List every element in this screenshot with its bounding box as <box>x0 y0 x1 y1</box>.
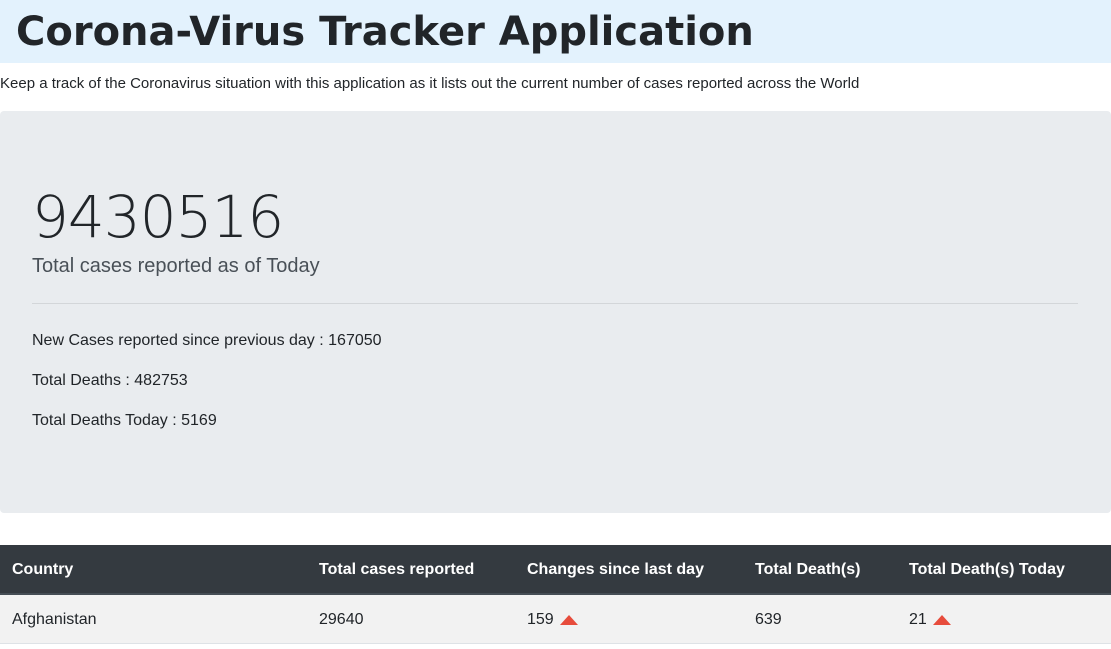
cell-change: 159 <box>527 595 578 644</box>
cell-deaths-today-value: 21 <box>909 611 927 628</box>
column-header-changes: Changes since last day <box>527 561 704 578</box>
page-title: Corona-Virus Tracker Application <box>16 9 754 55</box>
total-cases-caption: Total cases reported as of Today <box>32 255 320 277</box>
column-header-total-deaths: Total Death(s) <box>755 561 861 578</box>
page-header: Corona-Virus Tracker Application <box>0 0 1111 63</box>
intro-text: Keep a track of the Coronavirus situatio… <box>0 75 860 92</box>
table-header: Country Total cases reported Changes sin… <box>0 545 1111 595</box>
cell-total-deaths: 639 <box>755 611 782 628</box>
deaths-today-stat: Total Deaths Today : 5169 <box>32 412 217 429</box>
total-deaths-stat: Total Deaths : 482753 <box>32 372 188 389</box>
new-cases-stat: New Cases reported since previous day : … <box>32 332 382 349</box>
divider <box>32 303 1078 304</box>
cases-table: Country Total cases reported Changes sin… <box>0 545 1111 644</box>
column-header-deaths-today: Total Death(s) Today <box>909 561 1065 578</box>
cell-deaths-today: 21 <box>909 595 951 644</box>
summary-panel: 9430516 Total cases reported as of Today… <box>0 111 1111 513</box>
column-header-country: Country <box>12 561 74 578</box>
column-header-total-cases: Total cases reported <box>319 561 475 578</box>
cell-change-value: 159 <box>527 611 554 628</box>
total-cases-value: 9430516 <box>32 183 284 251</box>
increase-arrow-icon <box>559 615 578 625</box>
cell-total-cases: 29640 <box>319 611 364 628</box>
cell-country: Afghanistan <box>12 611 97 628</box>
increase-arrow-icon <box>932 615 951 625</box>
table-row: Afghanistan 29640 159 639 21 <box>0 595 1111 644</box>
